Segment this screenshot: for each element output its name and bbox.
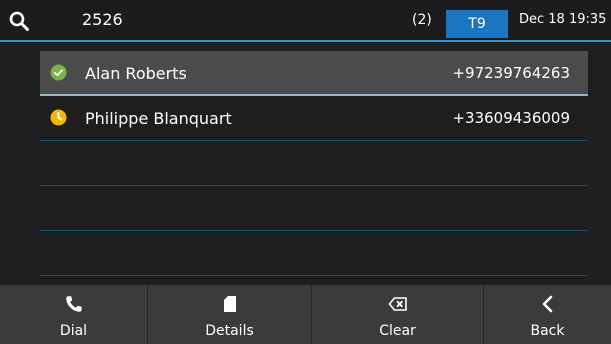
available-status-icon: [50, 64, 67, 81]
phone-icon: [64, 294, 84, 314]
document-icon: [220, 294, 240, 314]
date-time: Dec 18 19:35: [519, 12, 607, 27]
empty-row: [40, 231, 588, 276]
top-bar: 2526 (2) T9 Dec 18 19:35: [0, 0, 611, 42]
details-label: Details: [205, 323, 254, 339]
contact-number: +33609436009: [452, 109, 570, 127]
contact-row[interactable]: Alan Roberts +97239764263: [40, 51, 588, 96]
details-button[interactable]: Details: [148, 285, 312, 344]
back-button[interactable]: Back: [484, 285, 611, 344]
away-status-icon: [50, 109, 67, 126]
contact-list: Alan Roberts +97239764263 Philippe Blanq…: [40, 51, 588, 276]
contact-row[interactable]: Philippe Blanquart +33609436009: [40, 96, 588, 141]
dial-label: Dial: [59, 323, 88, 339]
contact-number: +97239764263: [452, 64, 570, 82]
chevron-left-icon: [538, 294, 558, 314]
backspace-icon: [388, 294, 408, 314]
empty-row: [40, 186, 588, 231]
clear-label: Clear: [379, 323, 416, 339]
search-icon[interactable]: [8, 10, 30, 32]
empty-row: [40, 141, 588, 186]
input-mode-badge[interactable]: T9: [446, 10, 508, 38]
result-count: (2): [412, 12, 432, 28]
softkey-bar: Dial Details Clear Back: [0, 285, 611, 344]
contact-name: Philippe Blanquart: [85, 109, 232, 128]
contact-name: Alan Roberts: [85, 64, 187, 83]
back-label: Back: [530, 323, 565, 339]
dial-button[interactable]: Dial: [0, 285, 148, 344]
clear-button[interactable]: Clear: [312, 285, 484, 344]
search-input[interactable]: 2526: [82, 0, 123, 40]
